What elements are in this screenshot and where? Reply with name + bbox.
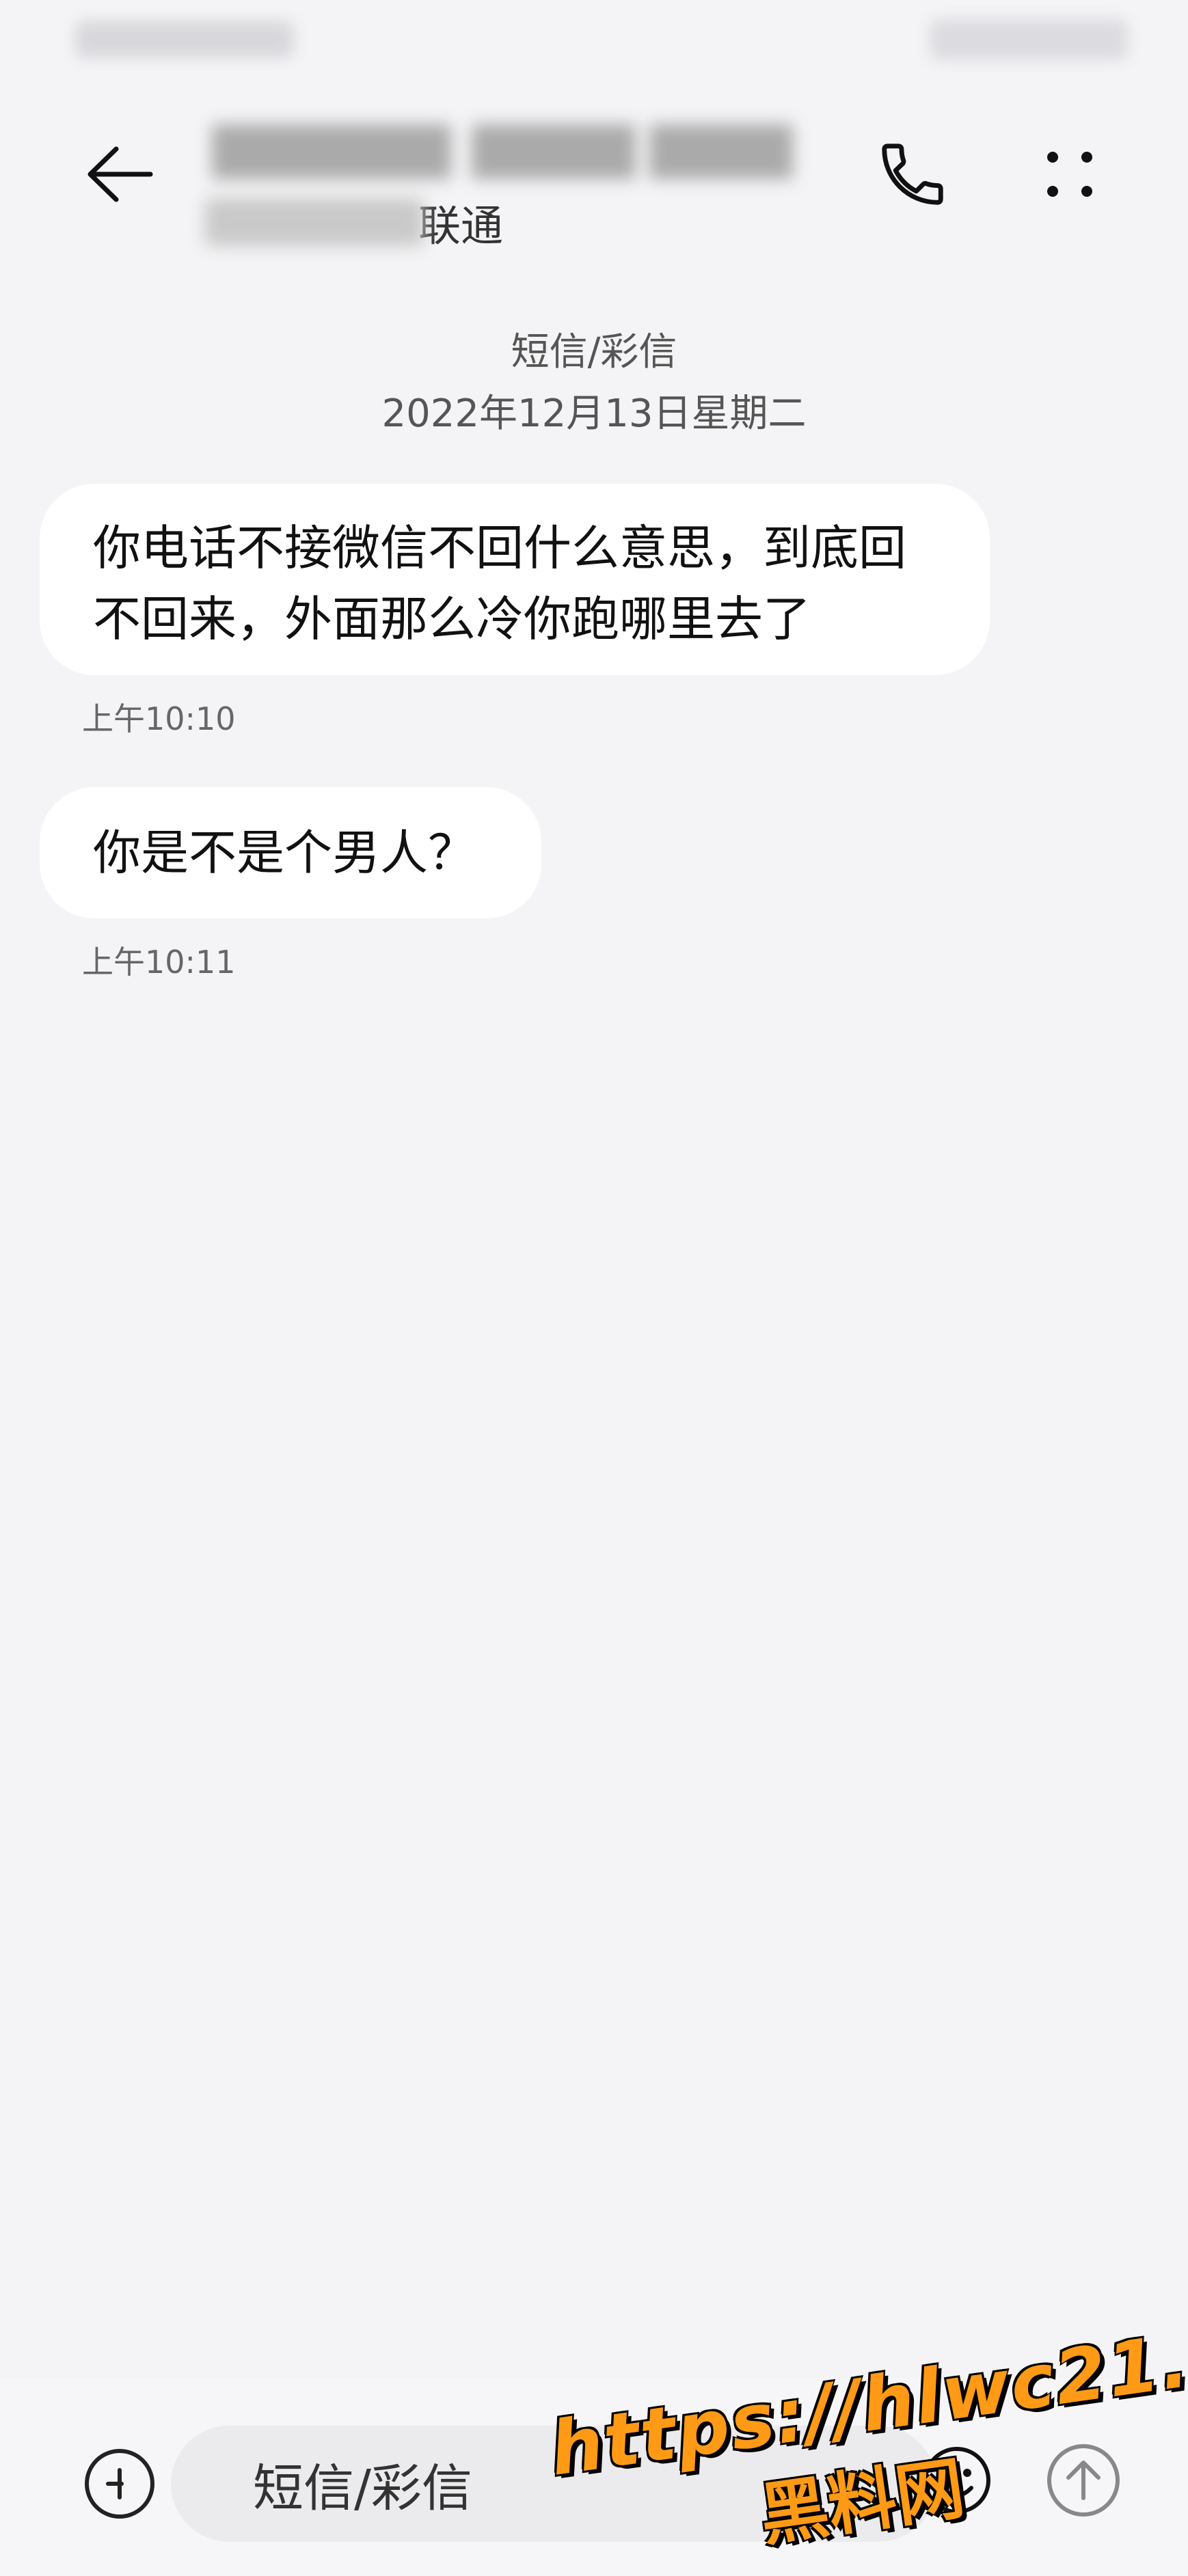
back-arrow-icon[interactable] [75, 130, 164, 219]
message-text-line: 你电话不接微信不回什么意思，到底回 [93, 520, 906, 576]
message-text-line: 你是不是个男人？ [93, 825, 476, 881]
message-time: 上午10:10 [82, 700, 236, 737]
message-text-line: 不回来，外面那么冷你跑哪里去了 [93, 591, 811, 647]
add-attachment-icon[interactable] [75, 2439, 164, 2528]
phone-icon[interactable] [868, 130, 957, 219]
status-bar [0, 0, 1188, 82]
thread-type-label: 短信/彩信 [511, 330, 677, 374]
contact-carrier: 联通 [205, 191, 503, 253]
thread-date: 2022年12月13日星期二 [381, 392, 807, 436]
status-bar-right-blurred [930, 19, 1128, 60]
carrier-redacted [205, 198, 424, 246]
status-bar-left-blurred [75, 20, 294, 58]
more-dots-icon[interactable] [1025, 130, 1114, 219]
message-input-placeholder: 短信/彩信 [253, 2458, 472, 2518]
conversation-header: 联通 [0, 82, 1188, 273]
message-bubble[interactable]: 你是不是个男人？ [40, 787, 541, 918]
carrier-label: 联通 [418, 201, 504, 251]
message-time: 上午10:11 [82, 944, 236, 981]
contact-name-redacted [212, 109, 800, 184]
watermark: https://hlwc21.com 黑料网 [545, 2294, 1188, 2556]
message-bubble[interactable]: 你电话不接微信不回什么意思，到底回 不回来，外面那么冷你跑哪里去了 [40, 484, 990, 675]
